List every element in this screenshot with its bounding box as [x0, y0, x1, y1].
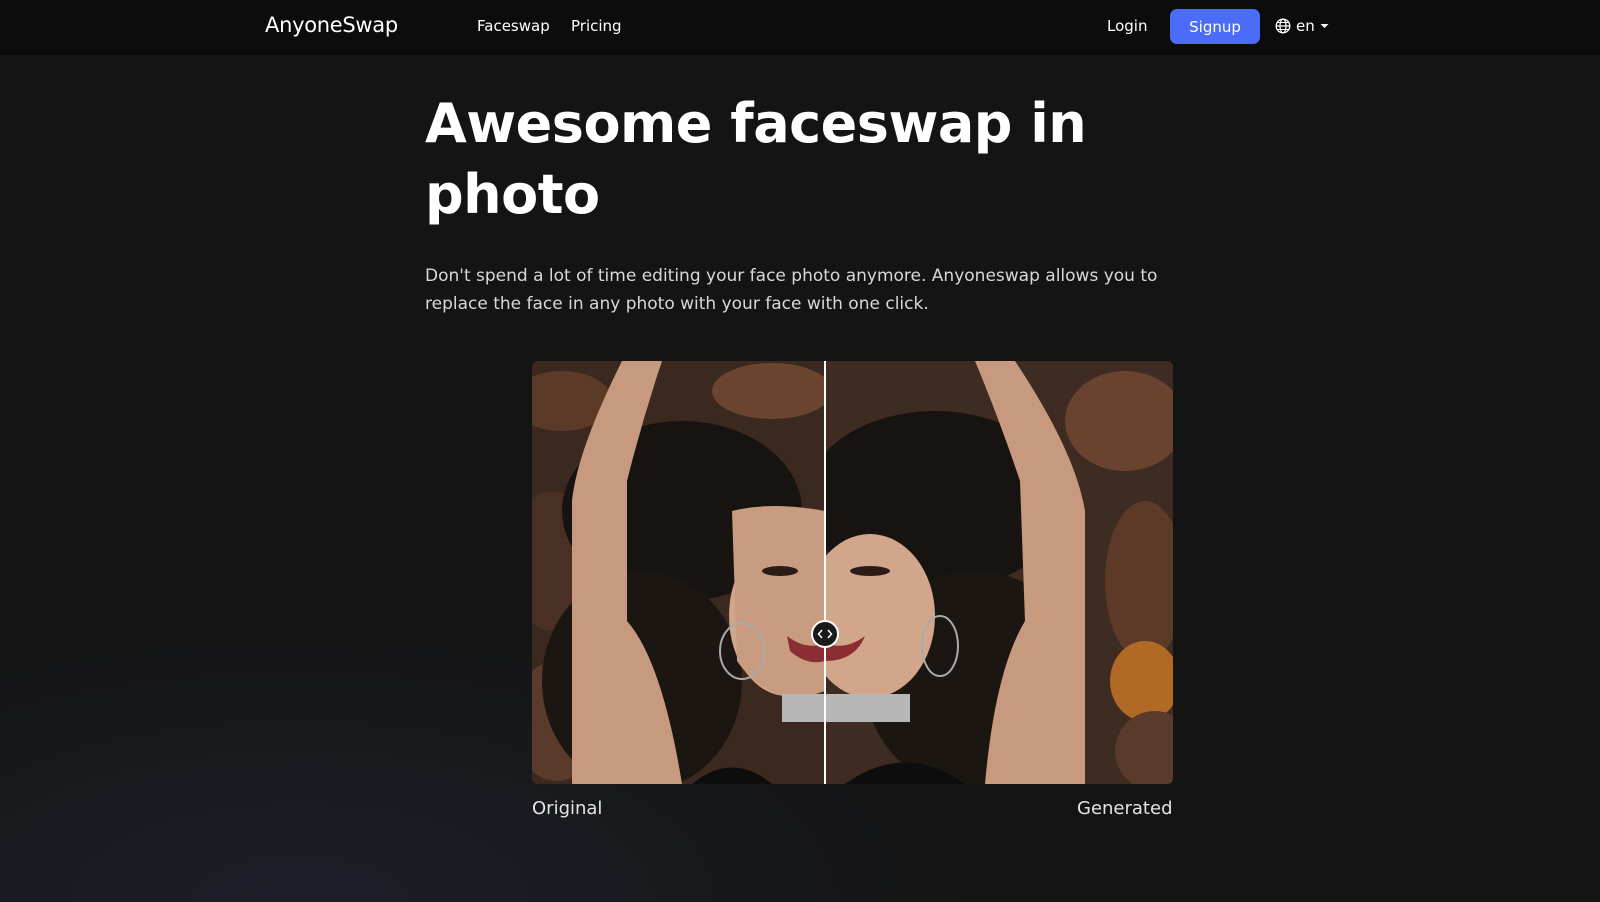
chevron-left-right-icon	[817, 629, 833, 639]
original-photo	[532, 361, 825, 784]
caret-down-icon	[1320, 24, 1329, 28]
language-selector[interactable]: en	[1275, 15, 1329, 37]
hero-description: Don't spend a lot of time editing your f…	[425, 266, 1158, 314]
nav-link-faceswap[interactable]: Faceswap	[477, 17, 550, 35]
nav-link-pricing[interactable]: Pricing	[571, 17, 622, 35]
comparison-slider-handle[interactable]	[811, 620, 839, 648]
generated-caption: Generated	[1077, 798, 1173, 819]
brand-logo[interactable]: AnyoneSwap	[265, 13, 398, 37]
top-navbar: AnyoneSwap Faceswap Pricing Login Signup…	[0, 0, 1600, 55]
comparison-divider[interactable]	[824, 361, 826, 784]
login-link[interactable]: Login	[1107, 17, 1147, 35]
language-label: en	[1296, 17, 1315, 35]
generated-photo	[825, 361, 1173, 784]
before-after-comparison[interactable]	[532, 361, 1173, 784]
globe-icon	[1275, 18, 1291, 34]
signup-button[interactable]: Signup	[1170, 9, 1260, 44]
hero-title: Awesome faceswap in photo	[425, 92, 1087, 226]
original-caption: Original	[532, 798, 603, 819]
